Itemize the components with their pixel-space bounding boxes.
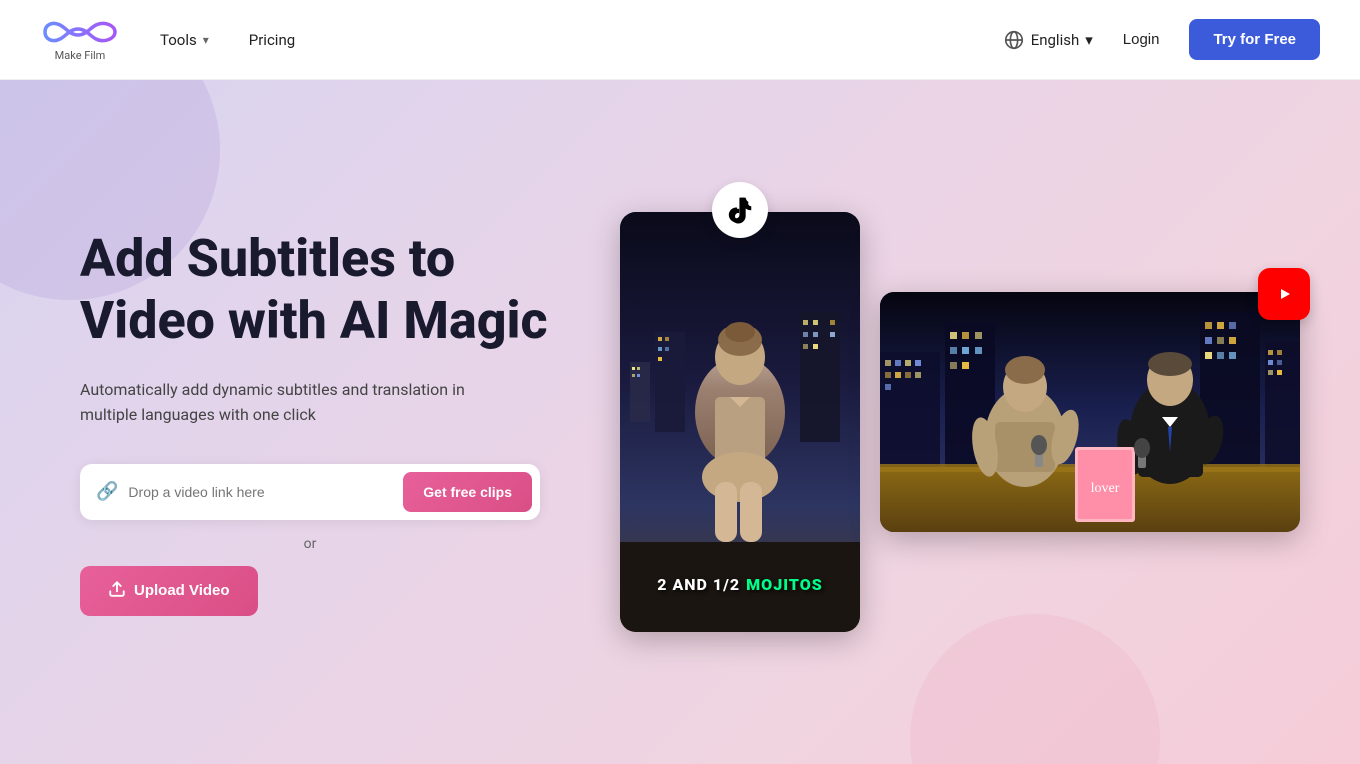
- or-divider: or: [80, 536, 540, 552]
- hero-content: Add Subtitles to Video with AI Magic Aut…: [80, 228, 580, 616]
- youtube-video-bg: lover: [880, 292, 1300, 532]
- tiktok-badge: [712, 182, 768, 238]
- login-button[interactable]: Login: [1123, 31, 1160, 48]
- upload-video-button[interactable]: Upload Video: [80, 566, 258, 616]
- subtitle-bar: 2 AND 1/2 MOJITOS: [620, 567, 860, 602]
- nav-left: Make Film Tools ▾ Pricing: [40, 17, 295, 62]
- logo-icon: [40, 17, 120, 47]
- language-selector[interactable]: English ▾: [1003, 29, 1093, 51]
- tiktok-card: 2 AND 1/2 MOJITOS: [620, 212, 860, 632]
- tools-menu[interactable]: Tools ▾: [160, 31, 209, 49]
- tools-chevron-icon: ▾: [203, 33, 209, 47]
- youtube-icon: [1270, 284, 1298, 304]
- link-icon: 🔗: [96, 481, 118, 502]
- upload-label: Upload Video: [134, 582, 230, 599]
- hero-title: Add Subtitles to Video with AI Magic: [80, 228, 580, 353]
- navbar: Make Film Tools ▾ Pricing English ▾ Logi…: [0, 0, 1360, 80]
- bg-blob-2: [910, 614, 1160, 764]
- youtube-badge: [1258, 268, 1310, 320]
- svg-text:lover: lover: [1091, 481, 1120, 496]
- tiktok-video-preview: 2 AND 1/2 MOJITOS: [620, 212, 860, 632]
- subtitle-text-white: 2 AND 1/2: [657, 575, 740, 594]
- youtube-video-preview: lover: [880, 292, 1300, 532]
- lang-chevron-icon: ▾: [1085, 31, 1093, 49]
- hero-section: Add Subtitles to Video with AI Magic Aut…: [0, 80, 1360, 764]
- hero-visuals: 2 AND 1/2 MOJITOS: [620, 212, 1300, 632]
- tiktok-icon: [726, 196, 754, 224]
- language-label: English: [1031, 31, 1080, 49]
- get-clips-button[interactable]: Get free clips: [403, 472, 532, 512]
- nav-right: English ▾ Login Try for Free: [1003, 19, 1320, 60]
- try-free-button[interactable]: Try for Free: [1189, 19, 1320, 60]
- video-url-input-row: 🔗 Get free clips: [80, 464, 540, 520]
- video-url-input[interactable]: [128, 484, 393, 500]
- logo-label: Make Film: [55, 49, 106, 62]
- pricing-link[interactable]: Pricing: [249, 31, 295, 49]
- logo[interactable]: Make Film: [40, 17, 120, 62]
- upload-icon: [108, 580, 126, 602]
- globe-icon: [1003, 29, 1025, 51]
- tools-label: Tools: [160, 31, 197, 49]
- youtube-card: lover: [880, 292, 1300, 532]
- hero-subtitle: Automatically add dynamic subtitles and …: [80, 377, 500, 428]
- subtitle-text-green: MOJITOS: [746, 575, 823, 594]
